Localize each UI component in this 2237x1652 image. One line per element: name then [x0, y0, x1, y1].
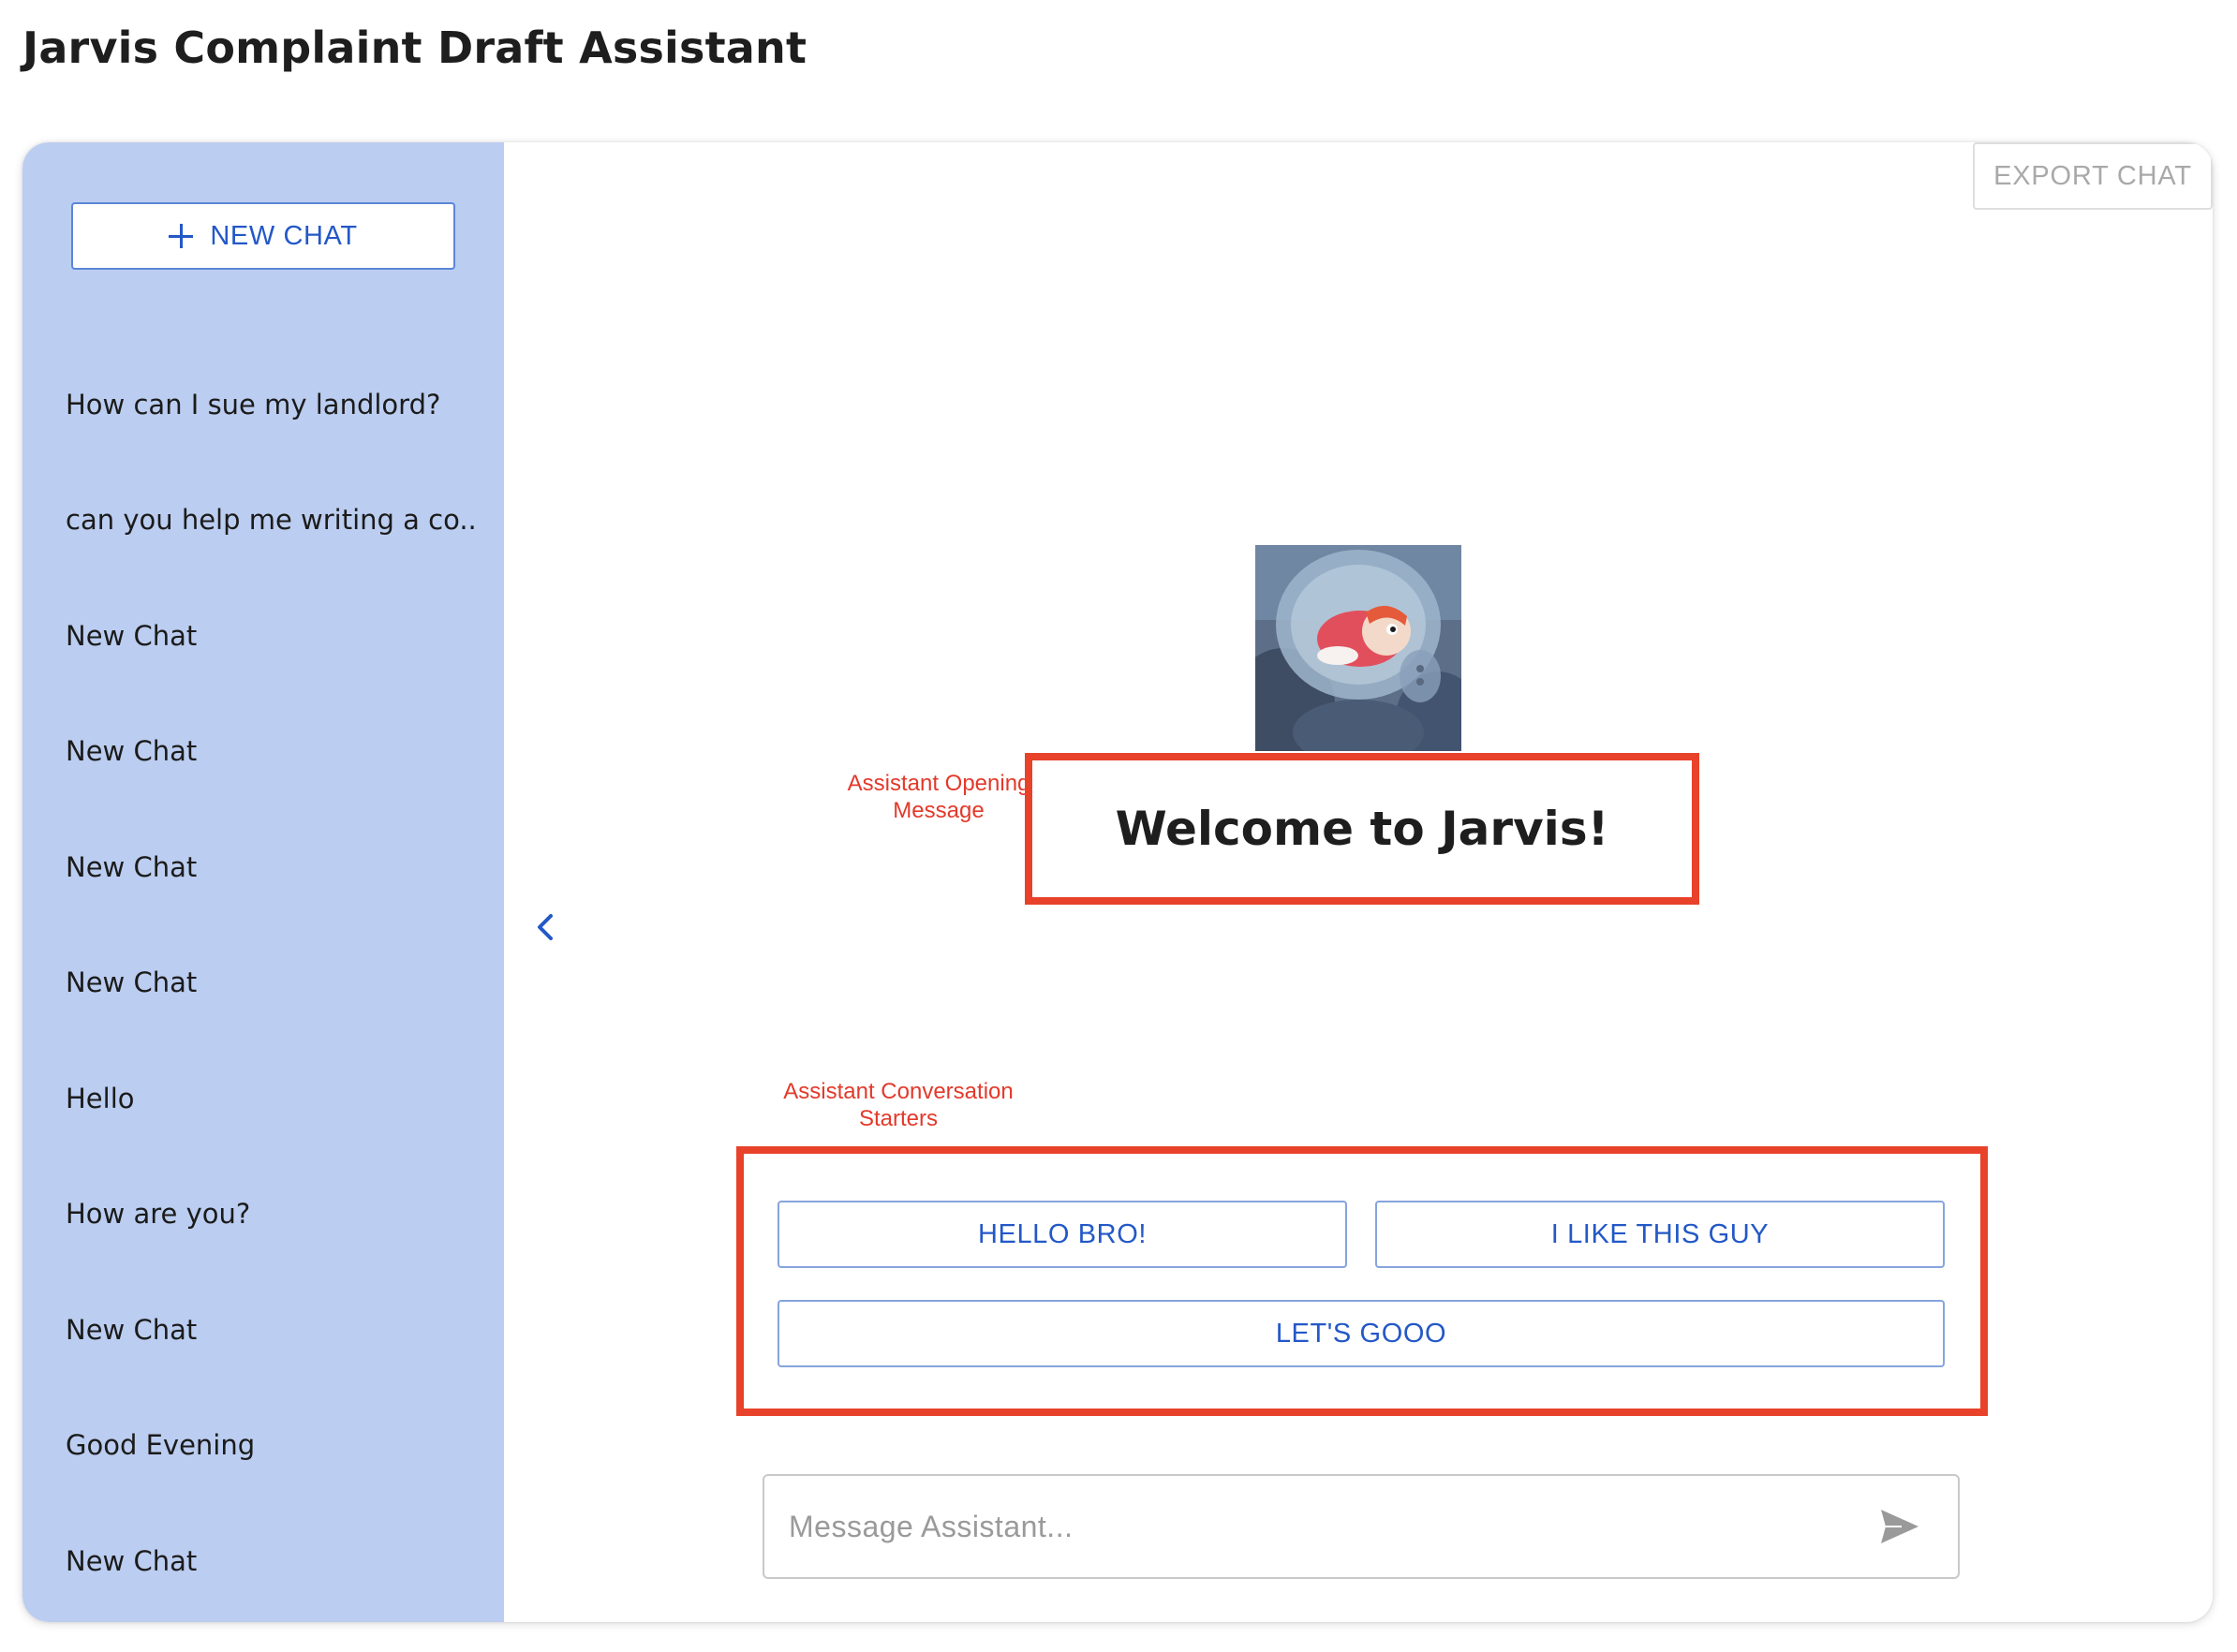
app-card: NEW CHAT How can I sue my landlord? can …: [22, 142, 2213, 1622]
conversation-starters-highlight: [736, 1146, 1988, 1416]
plus-icon: [169, 224, 194, 248]
annotation-conversation-starters: Assistant Conversation Starters: [753, 1078, 1044, 1132]
chat-history-item[interactable]: can you help me writing a co...: [66, 463, 478, 579]
chat-history-list: How can I sue my landlord? can you help …: [66, 347, 478, 1619]
assistant-avatar: [1255, 545, 1461, 751]
chat-history-item[interactable]: How are you?: [66, 1157, 478, 1273]
page-title: Jarvis Complaint Draft Assistant: [22, 22, 807, 73]
chat-history-item[interactable]: New Chat: [66, 925, 478, 1041]
new-chat-button[interactable]: NEW CHAT: [71, 202, 455, 270]
send-icon[interactable]: [1879, 1508, 1920, 1545]
annotation-starters-line1: Assistant Conversation: [783, 1079, 1014, 1104]
chat-history-item[interactable]: Good Evening: [66, 1388, 478, 1504]
annotation-starters-line2: Starters: [858, 1106, 939, 1131]
welcome-message: Welcome to Jarvis!: [1115, 802, 1609, 856]
chat-history-item[interactable]: New Chat: [66, 694, 478, 810]
chat-history-item[interactable]: How can I sue my landlord?: [66, 347, 478, 463]
message-composer: [763, 1474, 1960, 1579]
starter-button[interactable]: LET'S GOOO: [778, 1300, 1945, 1367]
opening-message-highlight: Welcome to Jarvis!: [1025, 753, 1699, 905]
chat-history-item[interactable]: New Chat: [66, 1272, 478, 1388]
chevron-left-icon[interactable]: [528, 908, 562, 946]
starter-button[interactable]: HELLO BRO!: [778, 1201, 1347, 1268]
chat-history-item[interactable]: New Chat: [66, 1503, 478, 1619]
sidebar: NEW CHAT How can I sue my landlord? can …: [22, 142, 504, 1622]
export-chat-button[interactable]: EXPORT CHAT: [1973, 142, 2213, 210]
message-input[interactable]: [789, 1476, 1866, 1577]
chat-history-item[interactable]: New Chat: [66, 578, 478, 694]
chat-history-item[interactable]: Hello: [66, 1040, 478, 1157]
chat-history-item[interactable]: New Chat: [66, 809, 478, 925]
new-chat-label: NEW CHAT: [210, 220, 358, 251]
starter-button[interactable]: I LIKE THIS GUY: [1375, 1201, 1945, 1268]
